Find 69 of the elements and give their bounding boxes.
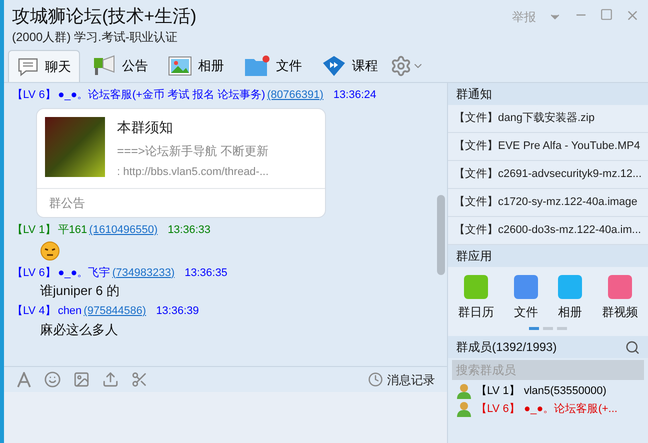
tab[interactable]: 文件: [236, 50, 310, 82]
user-silhouette-icon: [456, 401, 472, 417]
member-search-field[interactable]: 搜索群成员: [452, 360, 644, 380]
message-text: 麻必这么多人: [40, 322, 119, 338]
play-badge-icon: [322, 55, 346, 77]
file-notice-item[interactable]: 【文件】c1720-sy-mz.122-40a.image: [448, 189, 648, 217]
message-time: 13:36:39: [156, 304, 199, 319]
section-header: 群应用: [448, 245, 648, 267]
card-link-text: : http://bbs.vlan5.com/thread-...: [117, 164, 269, 180]
qq-number-link[interactable]: (80766391): [267, 87, 324, 104]
member-level: 【LV 6】: [476, 402, 520, 417]
window-title: 攻城狮论坛(技术+生活): [12, 5, 196, 28]
message-time: 13:36:24: [333, 88, 376, 103]
app-button[interactable]: 相册: [558, 275, 582, 321]
section-header: 群通知: [448, 83, 648, 105]
tab[interactable]: 公告: [84, 50, 156, 82]
member-level: 【LV 1】: [476, 384, 520, 399]
upload-icon[interactable]: [102, 371, 119, 388]
emoji-icon[interactable]: [44, 371, 61, 388]
settings-icon[interactable]: [390, 55, 412, 77]
member-level: 【LV 1】: [12, 222, 56, 238]
photo-placeholder: [45, 116, 105, 176]
clock-icon: [368, 372, 383, 387]
app-button[interactable]: 群日历: [458, 275, 494, 321]
picture-icon: [168, 56, 192, 76]
message-time: 13:36:35: [184, 266, 228, 280]
maximize-icon[interactable]: [600, 8, 613, 21]
member-level: 【LV 6】: [12, 88, 56, 103]
member-level: 【LV 4】: [12, 304, 56, 319]
message-input-field[interactable]: [4, 392, 447, 443]
card-title: 本群须知: [117, 118, 174, 136]
search-icon[interactable]: [625, 340, 640, 354]
font-icon[interactable]: [16, 372, 32, 388]
close-icon[interactable]: [625, 8, 640, 23]
card-footer: 群公告: [49, 196, 85, 210]
chat-bubble-icon: [17, 56, 39, 76]
member-name[interactable]: vlan5(53550000): [524, 382, 606, 400]
user-silhouette-icon: [456, 383, 472, 399]
app-button[interactable]: 文件: [514, 275, 538, 321]
megaphone-icon: [92, 55, 116, 77]
card-text: ===>论坛新手导航 不断更新: [117, 142, 269, 160]
notice-card[interactable]: 本群须知 ===>论坛新手导航 不断更新 : http://bbs.vlan5.com/thread-... 群公告: [36, 108, 326, 218]
file-notice-item[interactable]: 【文件】c2600-do3s-mz.122-40a.im...: [448, 217, 648, 245]
history-button[interactable]: 消息记录: [368, 370, 435, 388]
file-notice-item[interactable]: 【文件】EVE Pre Alfa - YouTube.MP4: [448, 133, 648, 161]
tab[interactable]: 相册: [160, 50, 232, 82]
member-name[interactable]: ●_●。论坛客服(+...: [524, 400, 618, 418]
message-time: 13:36:33: [168, 223, 211, 238]
image-icon[interactable]: [73, 371, 90, 388]
app-button[interactable]: 群视频: [602, 275, 638, 321]
sender-name: chen: [58, 304, 82, 319]
sender-name: ●_●。论坛客服(+金币 考试 报名 论坛事务): [58, 88, 266, 103]
member-level: 【LV 6】: [12, 266, 56, 280]
scrollbar-thumb[interactable]: [437, 195, 445, 275]
message-text: 谁juniper 6 的: [40, 283, 120, 299]
group-subtitle: (2000人群) 学习.考试-职业认证: [12, 29, 178, 46]
sender-name: 平161: [58, 223, 88, 238]
section-header: 群成员(1392/1993): [456, 339, 557, 356]
folder-icon: [244, 55, 270, 77]
sender-name: ●_●。飞宇: [58, 266, 110, 280]
qq-number-link[interactable]: (975844586): [84, 303, 146, 320]
file-notice-item[interactable]: 【文件】dang下载安装器.zip: [448, 105, 648, 133]
qq-number-link[interactable]: (734983233): [112, 264, 175, 281]
qq-number-link[interactable]: (1610496550): [89, 222, 158, 238]
angry-face-icon: [40, 240, 60, 260]
tab[interactable]: 课程: [314, 50, 386, 82]
file-notice-item[interactable]: 【文件】c2691-advsecurityk9-mz.12...: [448, 161, 648, 189]
tab[interactable]: 聊天: [8, 50, 80, 82]
scissors-icon[interactable]: [131, 371, 148, 388]
